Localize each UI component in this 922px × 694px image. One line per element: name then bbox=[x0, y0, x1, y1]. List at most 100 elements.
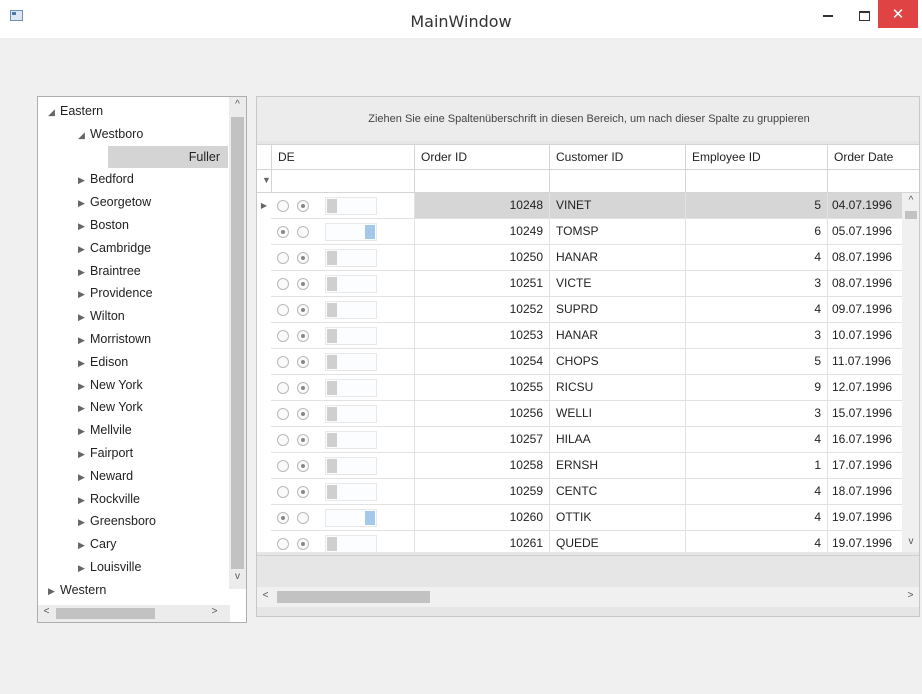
tree-item[interactable]: ▶ Western bbox=[48, 579, 106, 601]
de-radio-yes[interactable] bbox=[277, 330, 289, 342]
de-toggle-track[interactable] bbox=[325, 223, 377, 241]
table-row[interactable]: 10251 VICTE 3 08.07.1996 bbox=[257, 271, 902, 297]
grid-vertical-scroll-thumb[interactable] bbox=[905, 211, 917, 219]
column-header-de[interactable]: DE bbox=[271, 145, 414, 169]
tree-item[interactable]: ▶ Bedford bbox=[78, 168, 134, 190]
scroll-left-icon[interactable]: < bbox=[257, 590, 274, 601]
de-radio-yes[interactable] bbox=[277, 460, 289, 472]
tree-item[interactable]: ▶ Wilton bbox=[78, 305, 125, 327]
employee-id-cell[interactable]: 4 bbox=[685, 505, 827, 530]
tree-item[interactable]: ▶ Braintree bbox=[78, 260, 141, 282]
collapsed-arrow-icon[interactable]: ▶ bbox=[78, 352, 90, 374]
de-toggle-track[interactable] bbox=[325, 405, 377, 423]
de-radio-no[interactable] bbox=[297, 408, 309, 420]
group-panel[interactable]: Ziehen Sie eine Spaltenüberschrift in di… bbox=[257, 97, 919, 141]
employee-id-cell[interactable]: 9 bbox=[685, 375, 827, 400]
filter-cell-order-date[interactable] bbox=[827, 170, 902, 192]
de-radio-yes[interactable] bbox=[277, 278, 289, 290]
filter-cell-order-id[interactable] bbox=[414, 170, 549, 192]
order-id-cell[interactable]: 10261 bbox=[414, 531, 549, 552]
column-header-order-date[interactable]: Order Date bbox=[827, 145, 902, 169]
de-toggle-thumb[interactable] bbox=[327, 433, 337, 447]
filter-cell-employee-id[interactable] bbox=[685, 170, 827, 192]
de-radio-yes[interactable] bbox=[277, 356, 289, 368]
tree-item[interactable]: ▶ Cary bbox=[78, 533, 116, 555]
order-id-cell[interactable]: 10258 bbox=[414, 453, 549, 478]
order-id-cell[interactable]: 10255 bbox=[414, 375, 549, 400]
collapsed-arrow-icon[interactable]: ▶ bbox=[78, 375, 90, 397]
scroll-down-icon[interactable]: v bbox=[229, 571, 246, 582]
order-date-cell[interactable]: 05.07.1996 bbox=[827, 219, 902, 244]
collapsed-arrow-icon[interactable]: ▶ bbox=[78, 169, 90, 191]
column-header-customer-id[interactable]: Customer ID bbox=[549, 145, 685, 169]
de-radio-yes[interactable] bbox=[277, 304, 289, 316]
employee-id-cell[interactable]: 3 bbox=[685, 401, 827, 426]
grid-horizontal-scrollbar[interactable]: < > bbox=[257, 587, 919, 607]
de-toggle-track[interactable] bbox=[325, 275, 377, 293]
de-radio-yes[interactable] bbox=[277, 408, 289, 420]
row-indicator[interactable] bbox=[257, 505, 271, 531]
customer-id-cell[interactable]: VICTE bbox=[549, 271, 685, 296]
order-id-cell[interactable]: 10254 bbox=[414, 349, 549, 374]
scroll-up-icon[interactable]: ^ bbox=[229, 99, 246, 110]
row-indicator[interactable] bbox=[257, 453, 271, 479]
de-toggle-thumb[interactable] bbox=[327, 251, 337, 265]
column-header-order-id[interactable]: Order ID bbox=[414, 145, 549, 169]
tree-item[interactable]: ▶ New York bbox=[78, 396, 143, 418]
customer-id-cell[interactable]: CHOPS bbox=[549, 349, 685, 374]
collapsed-arrow-icon[interactable]: ▶ bbox=[78, 489, 90, 511]
minimize-button[interactable] bbox=[810, 0, 846, 30]
customer-id-cell[interactable]: HANAR bbox=[549, 245, 685, 270]
customer-id-cell[interactable]: QUEDE bbox=[549, 531, 685, 552]
collapsed-arrow-icon[interactable]: ▶ bbox=[78, 511, 90, 533]
de-radio-no[interactable] bbox=[297, 356, 309, 368]
row-indicator[interactable] bbox=[257, 297, 271, 323]
tree-horizontal-scroll-thumb[interactable] bbox=[56, 608, 155, 619]
de-toggle-thumb[interactable] bbox=[327, 537, 337, 551]
table-row[interactable]: 10258 ERNSH 1 17.07.1996 bbox=[257, 453, 902, 479]
customer-id-cell[interactable]: WELLI bbox=[549, 401, 685, 426]
row-indicator[interactable] bbox=[257, 375, 271, 401]
order-id-cell[interactable]: 10259 bbox=[414, 479, 549, 504]
row-indicator[interactable] bbox=[257, 427, 271, 453]
collapsed-arrow-icon[interactable]: ▶ bbox=[78, 283, 90, 305]
de-radio-yes[interactable] bbox=[277, 200, 289, 212]
collapsed-arrow-icon[interactable]: ▶ bbox=[78, 557, 90, 579]
customer-id-cell[interactable]: HILAA bbox=[549, 427, 685, 452]
employee-id-cell[interactable]: 4 bbox=[685, 531, 827, 552]
de-toggle-thumb[interactable] bbox=[327, 329, 337, 343]
scroll-down-icon[interactable]: v bbox=[902, 536, 919, 547]
collapsed-arrow-icon[interactable]: ▶ bbox=[78, 397, 90, 419]
employee-id-cell[interactable]: 4 bbox=[685, 479, 827, 504]
order-date-cell[interactable]: 15.07.1996 bbox=[827, 401, 902, 426]
table-row[interactable]: 10260 OTTIK 4 19.07.1996 bbox=[257, 505, 902, 531]
order-id-cell[interactable]: 10260 bbox=[414, 505, 549, 530]
de-toggle-track[interactable] bbox=[325, 249, 377, 267]
tree-item[interactable]: ◢ Westboro bbox=[78, 123, 143, 145]
employee-id-cell[interactable]: 1 bbox=[685, 453, 827, 478]
de-toggle-thumb[interactable] bbox=[327, 303, 337, 317]
table-row[interactable]: 10253 HANAR 3 10.07.1996 bbox=[257, 323, 902, 349]
current-row-indicator-icon[interactable]: ▶ bbox=[257, 193, 271, 219]
employee-id-cell[interactable]: 6 bbox=[685, 219, 827, 244]
de-radio-yes[interactable] bbox=[277, 538, 289, 550]
order-id-cell[interactable]: 10257 bbox=[414, 427, 549, 452]
row-indicator[interactable] bbox=[257, 479, 271, 505]
employee-id-cell[interactable]: 4 bbox=[685, 427, 827, 452]
de-radio-no[interactable] bbox=[297, 538, 309, 550]
order-id-cell[interactable]: 10250 bbox=[414, 245, 549, 270]
scroll-up-icon[interactable]: ^ bbox=[902, 195, 919, 206]
orders-data-grid[interactable]: Ziehen Sie eine Spaltenüberschrift in di… bbox=[256, 96, 920, 617]
customer-id-cell[interactable]: VINET bbox=[549, 193, 685, 218]
tree-item[interactable]: ▶ Cambridge bbox=[78, 237, 151, 259]
tree-item[interactable]: ▶ Edison bbox=[78, 351, 128, 373]
employee-id-cell[interactable]: 3 bbox=[685, 271, 827, 296]
filter-cell-de[interactable] bbox=[271, 170, 414, 192]
order-id-cell[interactable]: 10256 bbox=[414, 401, 549, 426]
de-toggle-thumb[interactable] bbox=[327, 355, 337, 369]
de-toggle-track[interactable] bbox=[325, 353, 377, 371]
tree-item[interactable]: ▶ Louisville bbox=[78, 556, 141, 578]
collapsed-arrow-icon[interactable]: ▶ bbox=[78, 534, 90, 556]
order-date-cell[interactable]: 18.07.1996 bbox=[827, 479, 902, 504]
de-radio-no[interactable] bbox=[297, 200, 309, 212]
